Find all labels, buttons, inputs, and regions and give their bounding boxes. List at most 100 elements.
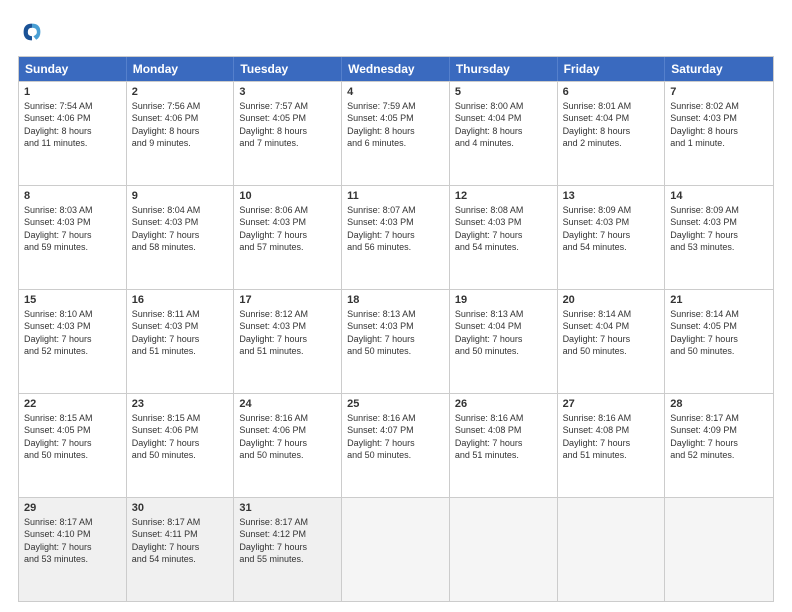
cell-info: Sunrise: 8:08 AMSunset: 4:03 PMDaylight:… [455, 204, 552, 253]
cal-cell: 19Sunrise: 8:13 AMSunset: 4:04 PMDayligh… [450, 290, 558, 393]
cal-cell: 17Sunrise: 8:12 AMSunset: 4:03 PMDayligh… [234, 290, 342, 393]
day-number: 25 [347, 397, 444, 411]
cell-info: Sunrise: 8:13 AMSunset: 4:03 PMDaylight:… [347, 308, 444, 357]
day-number: 29 [24, 501, 121, 515]
day-number: 28 [670, 397, 768, 411]
cell-info: Sunrise: 8:17 AMSunset: 4:12 PMDaylight:… [239, 516, 336, 565]
calendar-header: SundayMondayTuesdayWednesdayThursdayFrid… [19, 57, 773, 81]
cal-row: 29Sunrise: 8:17 AMSunset: 4:10 PMDayligh… [19, 497, 773, 601]
day-number: 18 [347, 293, 444, 307]
cell-info: Sunrise: 8:16 AMSunset: 4:07 PMDaylight:… [347, 412, 444, 461]
cell-info: Sunrise: 8:09 AMSunset: 4:03 PMDaylight:… [670, 204, 768, 253]
cell-info: Sunrise: 7:59 AMSunset: 4:05 PMDaylight:… [347, 100, 444, 149]
cell-info: Sunrise: 8:15 AMSunset: 4:06 PMDaylight:… [132, 412, 229, 461]
page: SundayMondayTuesdayWednesdayThursdayFrid… [0, 0, 792, 612]
cell-info: Sunrise: 8:14 AMSunset: 4:05 PMDaylight:… [670, 308, 768, 357]
cal-cell [450, 498, 558, 601]
cell-info: Sunrise: 8:16 AMSunset: 4:08 PMDaylight:… [455, 412, 552, 461]
day-number: 27 [563, 397, 660, 411]
day-number: 9 [132, 189, 229, 203]
cell-info: Sunrise: 8:15 AMSunset: 4:05 PMDaylight:… [24, 412, 121, 461]
cell-info: Sunrise: 8:02 AMSunset: 4:03 PMDaylight:… [670, 100, 768, 149]
cal-header-day: Sunday [19, 57, 127, 81]
cell-info: Sunrise: 8:16 AMSunset: 4:08 PMDaylight:… [563, 412, 660, 461]
cal-header-day: Thursday [450, 57, 558, 81]
day-number: 11 [347, 189, 444, 203]
cal-cell: 2Sunrise: 7:56 AMSunset: 4:06 PMDaylight… [127, 82, 235, 185]
cell-info: Sunrise: 8:13 AMSunset: 4:04 PMDaylight:… [455, 308, 552, 357]
day-number: 12 [455, 189, 552, 203]
day-number: 4 [347, 85, 444, 99]
cell-info: Sunrise: 8:01 AMSunset: 4:04 PMDaylight:… [563, 100, 660, 149]
cal-cell: 21Sunrise: 8:14 AMSunset: 4:05 PMDayligh… [665, 290, 773, 393]
cal-cell: 14Sunrise: 8:09 AMSunset: 4:03 PMDayligh… [665, 186, 773, 289]
day-number: 5 [455, 85, 552, 99]
cal-cell: 26Sunrise: 8:16 AMSunset: 4:08 PMDayligh… [450, 394, 558, 497]
cell-info: Sunrise: 8:11 AMSunset: 4:03 PMDaylight:… [132, 308, 229, 357]
cal-cell: 27Sunrise: 8:16 AMSunset: 4:08 PMDayligh… [558, 394, 666, 497]
cal-cell: 31Sunrise: 8:17 AMSunset: 4:12 PMDayligh… [234, 498, 342, 601]
cal-row: 22Sunrise: 8:15 AMSunset: 4:05 PMDayligh… [19, 393, 773, 497]
cal-cell: 12Sunrise: 8:08 AMSunset: 4:03 PMDayligh… [450, 186, 558, 289]
cal-cell: 7Sunrise: 8:02 AMSunset: 4:03 PMDaylight… [665, 82, 773, 185]
cal-cell: 16Sunrise: 8:11 AMSunset: 4:03 PMDayligh… [127, 290, 235, 393]
calendar: SundayMondayTuesdayWednesdayThursdayFrid… [18, 56, 774, 602]
cal-cell: 4Sunrise: 7:59 AMSunset: 4:05 PMDaylight… [342, 82, 450, 185]
cell-info: Sunrise: 8:06 AMSunset: 4:03 PMDaylight:… [239, 204, 336, 253]
day-number: 1 [24, 85, 121, 99]
day-number: 10 [239, 189, 336, 203]
cal-row: 1Sunrise: 7:54 AMSunset: 4:06 PMDaylight… [19, 81, 773, 185]
cell-info: Sunrise: 8:17 AMSunset: 4:11 PMDaylight:… [132, 516, 229, 565]
cell-info: Sunrise: 8:10 AMSunset: 4:03 PMDaylight:… [24, 308, 121, 357]
cal-cell: 30Sunrise: 8:17 AMSunset: 4:11 PMDayligh… [127, 498, 235, 601]
cal-cell [665, 498, 773, 601]
day-number: 13 [563, 189, 660, 203]
cal-cell: 13Sunrise: 8:09 AMSunset: 4:03 PMDayligh… [558, 186, 666, 289]
day-number: 21 [670, 293, 768, 307]
cal-cell: 24Sunrise: 8:16 AMSunset: 4:06 PMDayligh… [234, 394, 342, 497]
cal-cell: 25Sunrise: 8:16 AMSunset: 4:07 PMDayligh… [342, 394, 450, 497]
cal-cell: 29Sunrise: 8:17 AMSunset: 4:10 PMDayligh… [19, 498, 127, 601]
cal-cell: 11Sunrise: 8:07 AMSunset: 4:03 PMDayligh… [342, 186, 450, 289]
day-number: 23 [132, 397, 229, 411]
cal-header-day: Tuesday [234, 57, 342, 81]
cal-header-day: Wednesday [342, 57, 450, 81]
cell-info: Sunrise: 7:54 AMSunset: 4:06 PMDaylight:… [24, 100, 121, 149]
cal-header-day: Friday [558, 57, 666, 81]
day-number: 8 [24, 189, 121, 203]
cell-info: Sunrise: 8:14 AMSunset: 4:04 PMDaylight:… [563, 308, 660, 357]
cal-cell: 9Sunrise: 8:04 AMSunset: 4:03 PMDaylight… [127, 186, 235, 289]
day-number: 26 [455, 397, 552, 411]
cal-header-day: Monday [127, 57, 235, 81]
cal-cell: 22Sunrise: 8:15 AMSunset: 4:05 PMDayligh… [19, 394, 127, 497]
cell-info: Sunrise: 8:04 AMSunset: 4:03 PMDaylight:… [132, 204, 229, 253]
header [18, 18, 774, 46]
day-number: 15 [24, 293, 121, 307]
day-number: 19 [455, 293, 552, 307]
logo [18, 18, 50, 46]
day-number: 31 [239, 501, 336, 515]
cell-info: Sunrise: 7:57 AMSunset: 4:05 PMDaylight:… [239, 100, 336, 149]
day-number: 17 [239, 293, 336, 307]
cal-cell: 20Sunrise: 8:14 AMSunset: 4:04 PMDayligh… [558, 290, 666, 393]
day-number: 3 [239, 85, 336, 99]
cal-cell: 6Sunrise: 8:01 AMSunset: 4:04 PMDaylight… [558, 82, 666, 185]
cal-cell: 10Sunrise: 8:06 AMSunset: 4:03 PMDayligh… [234, 186, 342, 289]
cal-cell: 5Sunrise: 8:00 AMSunset: 4:04 PMDaylight… [450, 82, 558, 185]
cal-cell: 18Sunrise: 8:13 AMSunset: 4:03 PMDayligh… [342, 290, 450, 393]
cell-info: Sunrise: 8:03 AMSunset: 4:03 PMDaylight:… [24, 204, 121, 253]
cal-cell: 15Sunrise: 8:10 AMSunset: 4:03 PMDayligh… [19, 290, 127, 393]
cal-cell [342, 498, 450, 601]
cal-cell: 23Sunrise: 8:15 AMSunset: 4:06 PMDayligh… [127, 394, 235, 497]
cal-row: 8Sunrise: 8:03 AMSunset: 4:03 PMDaylight… [19, 185, 773, 289]
day-number: 24 [239, 397, 336, 411]
day-number: 6 [563, 85, 660, 99]
day-number: 7 [670, 85, 768, 99]
cal-cell: 28Sunrise: 8:17 AMSunset: 4:09 PMDayligh… [665, 394, 773, 497]
cell-info: Sunrise: 8:07 AMSunset: 4:03 PMDaylight:… [347, 204, 444, 253]
day-number: 22 [24, 397, 121, 411]
cell-info: Sunrise: 8:00 AMSunset: 4:04 PMDaylight:… [455, 100, 552, 149]
cal-header-day: Saturday [665, 57, 773, 81]
cal-cell: 8Sunrise: 8:03 AMSunset: 4:03 PMDaylight… [19, 186, 127, 289]
day-number: 2 [132, 85, 229, 99]
